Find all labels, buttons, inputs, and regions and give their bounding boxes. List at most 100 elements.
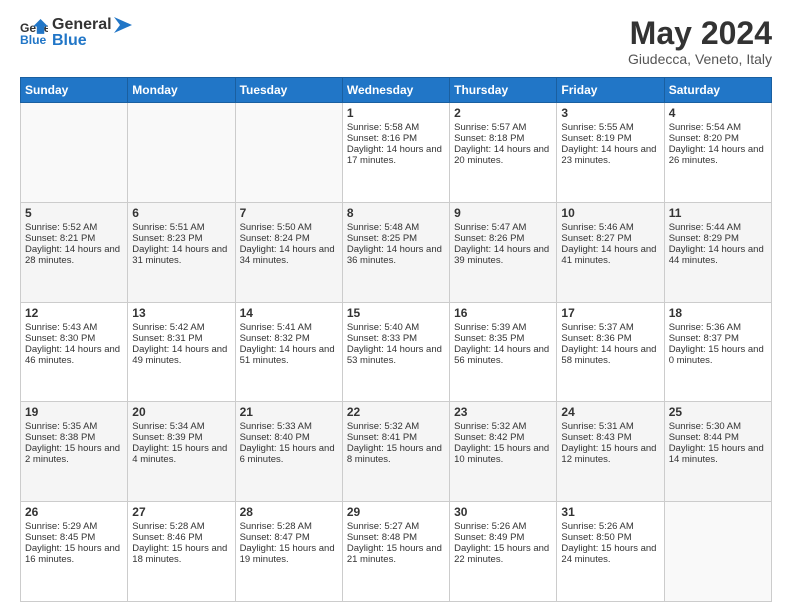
day-number: 30 [454,505,552,519]
day-number: 25 [669,405,767,419]
day-info: Sunrise: 5:26 AM [561,521,659,532]
day-info: Sunrise: 5:50 AM [240,222,338,233]
day-number: 1 [347,106,445,120]
day-info: Sunrise: 5:30 AM [669,421,767,432]
day-info: Daylight: 14 hours and 51 minutes. [240,344,338,366]
logo: General Blue General Blue [20,16,132,50]
calendar-cell: 13Sunrise: 5:42 AMSunset: 8:31 PMDayligh… [128,302,235,402]
day-info: Sunset: 8:21 PM [25,233,123,244]
calendar-header-monday: Monday [128,78,235,103]
calendar-cell [21,103,128,203]
calendar-cell: 27Sunrise: 5:28 AMSunset: 8:46 PMDayligh… [128,502,235,602]
day-number: 12 [25,306,123,320]
day-number: 26 [25,505,123,519]
header: General Blue General Blue May 2024 Giude… [20,16,772,67]
day-info: Daylight: 14 hours and 44 minutes. [669,244,767,266]
calendar-cell: 28Sunrise: 5:28 AMSunset: 8:47 PMDayligh… [235,502,342,602]
calendar-cell: 5 Sunrise: 5:52 AMSunset: 8:21 PMDaylight… [21,202,128,302]
day-info: Sunrise: 5:32 AM [454,421,552,432]
calendar-cell: 7Sunrise: 5:50 AMSunset: 8:24 PMDaylight… [235,202,342,302]
day-number: 10 [561,206,659,220]
logo-arrow-icon [114,17,132,33]
day-info: Sunrise: 5:55 AM [561,122,659,133]
day-info: Sunset: 8:29 PM [669,233,767,244]
day-info: Daylight: 14 hours and 39 minutes. [454,244,552,266]
calendar-header-friday: Friday [557,78,664,103]
calendar-cell: 12Sunrise: 5:43 AMSunset: 8:30 PMDayligh… [21,302,128,402]
calendar-cell: 15Sunrise: 5:40 AMSunset: 8:33 PMDayligh… [342,302,449,402]
calendar-table: SundayMondayTuesdayWednesdayThursdayFrid… [20,77,772,602]
day-info: Sunset: 8:33 PM [347,333,445,344]
calendar-cell [128,103,235,203]
day-info: Daylight: 15 hours and 21 minutes. [347,543,445,565]
day-info: Sunrise: 5:36 AM [669,322,767,333]
logo-icon: General Blue [20,19,48,47]
day-info: Daylight: 15 hours and 19 minutes. [240,543,338,565]
day-info: Daylight: 14 hours and 31 minutes. [132,244,230,266]
calendar-header-saturday: Saturday [664,78,771,103]
day-info: Sunrise: 5:58 AM [347,122,445,133]
day-info: Sunrise: 5:32 AM [347,421,445,432]
day-info: Sunrise: 5:52 AM [25,222,123,233]
day-number: 5 [25,206,123,220]
day-number: 19 [25,405,123,419]
calendar-cell: 2Sunrise: 5:57 AMSunset: 8:18 PMDaylight… [450,103,557,203]
day-info: Sunrise: 5:40 AM [347,322,445,333]
day-info: Sunset: 8:38 PM [25,432,123,443]
day-number: 4 [669,106,767,120]
day-info: Sunrise: 5:34 AM [132,421,230,432]
day-info: Sunrise: 5:46 AM [561,222,659,233]
day-info: Sunset: 8:46 PM [132,532,230,543]
day-number: 15 [347,306,445,320]
day-info: Daylight: 15 hours and 10 minutes. [454,443,552,465]
day-info: Sunrise: 5:44 AM [669,222,767,233]
day-number: 6 [132,206,230,220]
day-info: Sunrise: 5:51 AM [132,222,230,233]
calendar-cell: 9Sunrise: 5:47 AMSunset: 8:26 PMDaylight… [450,202,557,302]
day-info: Sunrise: 5:54 AM [669,122,767,133]
calendar-week-row: 26Sunrise: 5:29 AMSunset: 8:45 PMDayligh… [21,502,772,602]
calendar-cell: 21Sunrise: 5:33 AMSunset: 8:40 PMDayligh… [235,402,342,502]
day-info: Sunrise: 5:48 AM [347,222,445,233]
day-info: Daylight: 15 hours and 18 minutes. [132,543,230,565]
day-info: Daylight: 15 hours and 8 minutes. [347,443,445,465]
day-info: Daylight: 14 hours and 36 minutes. [347,244,445,266]
day-number: 24 [561,405,659,419]
day-info: Daylight: 14 hours and 41 minutes. [561,244,659,266]
calendar-cell: 30Sunrise: 5:26 AMSunset: 8:49 PMDayligh… [450,502,557,602]
day-number: 27 [132,505,230,519]
day-info: Sunrise: 5:27 AM [347,521,445,532]
day-info: Sunset: 8:24 PM [240,233,338,244]
day-info: Sunrise: 5:28 AM [240,521,338,532]
day-number: 2 [454,106,552,120]
calendar-cell: 23Sunrise: 5:32 AMSunset: 8:42 PMDayligh… [450,402,557,502]
day-info: Daylight: 15 hours and 4 minutes. [132,443,230,465]
day-number: 13 [132,306,230,320]
day-info: Daylight: 15 hours and 24 minutes. [561,543,659,565]
svg-text:Blue: Blue [20,33,47,47]
day-number: 20 [132,405,230,419]
day-info: Daylight: 14 hours and 28 minutes. [25,244,123,266]
day-info: Daylight: 14 hours and 23 minutes. [561,144,659,166]
calendar-week-row: 1Sunrise: 5:58 AMSunset: 8:16 PMDaylight… [21,103,772,203]
day-number: 22 [347,405,445,419]
day-number: 3 [561,106,659,120]
calendar-cell: 8Sunrise: 5:48 AMSunset: 8:25 PMDaylight… [342,202,449,302]
day-info: Sunset: 8:32 PM [240,333,338,344]
day-info: Sunrise: 5:26 AM [454,521,552,532]
day-info: Daylight: 15 hours and 14 minutes. [669,443,767,465]
day-info: Sunset: 8:27 PM [561,233,659,244]
day-number: 8 [347,206,445,220]
day-info: Sunrise: 5:37 AM [561,322,659,333]
day-info: Sunset: 8:30 PM [25,333,123,344]
day-info: Sunset: 8:36 PM [561,333,659,344]
day-info: Sunset: 8:31 PM [132,333,230,344]
day-info: Sunset: 8:42 PM [454,432,552,443]
day-number: 28 [240,505,338,519]
day-info: Sunrise: 5:42 AM [132,322,230,333]
calendar-cell: 6Sunrise: 5:51 AMSunset: 8:23 PMDaylight… [128,202,235,302]
day-info: Sunset: 8:18 PM [454,133,552,144]
day-info: Daylight: 15 hours and 22 minutes. [454,543,552,565]
calendar-week-row: 19Sunrise: 5:35 AMSunset: 8:38 PMDayligh… [21,402,772,502]
day-info: Sunrise: 5:57 AM [454,122,552,133]
